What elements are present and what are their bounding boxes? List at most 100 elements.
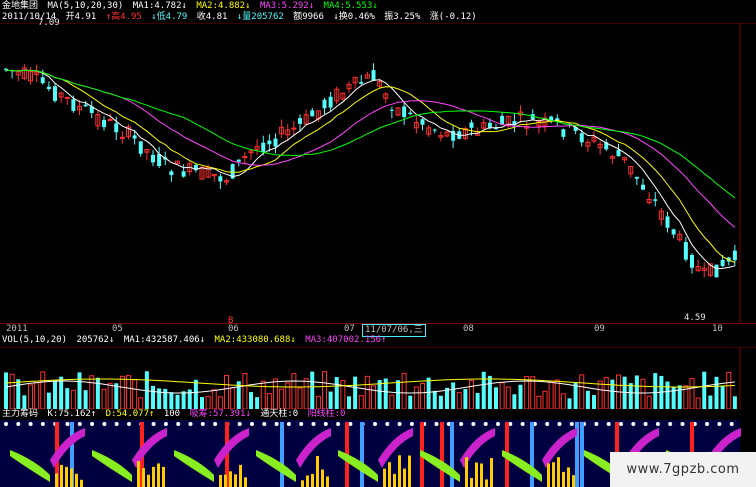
volume-bar <box>353 376 358 409</box>
indicator-dot <box>680 422 685 426</box>
candle-body <box>267 140 272 145</box>
volume-bar <box>567 398 572 409</box>
volume-bar <box>475 392 480 409</box>
volume-bar <box>200 397 204 409</box>
volume-bar <box>432 390 437 409</box>
volume-bar <box>119 375 125 409</box>
quote-low: ↓低4.79 <box>151 12 188 22</box>
indicator-dot <box>668 422 673 426</box>
indicator-yellow-bar <box>403 468 406 487</box>
indicator-dot <box>459 422 464 426</box>
candle-body <box>487 122 492 128</box>
indicator-dot <box>77 422 82 426</box>
indicator-yellow-bar <box>552 462 555 487</box>
volume-bar <box>175 394 180 409</box>
ma1-value: MA1:4.782↓ <box>132 1 187 11</box>
indicator-blue-column <box>360 422 364 487</box>
volume-bar <box>291 373 297 409</box>
indicator-dot <box>385 422 390 426</box>
indicator-yellow-bar <box>244 477 247 487</box>
indicator-dot <box>323 422 328 426</box>
indicator-yellow-bar <box>470 477 473 487</box>
volume-bar <box>413 386 419 409</box>
volume-bar <box>28 384 33 409</box>
volume-bar <box>132 379 138 409</box>
indicator-yellow-bar <box>219 474 222 487</box>
indicator-yellow-bar <box>157 463 160 487</box>
quote-open: 开4.91 <box>65 12 97 22</box>
quote-volume: ↓量205762 <box>236 12 284 22</box>
volume-bar <box>438 395 443 409</box>
indicator-yellow-bar <box>162 466 165 487</box>
price-chart[interactable] <box>0 23 756 323</box>
indicator-yellow-bar <box>398 455 401 487</box>
indicator-dot <box>262 422 267 426</box>
indicator-yellow-bar <box>490 458 493 487</box>
volume-bar <box>371 385 376 409</box>
indicator-dot <box>163 422 168 426</box>
indicator-dot <box>114 422 119 426</box>
price-low-label: 4.59 <box>684 313 706 323</box>
candle-body <box>46 86 51 90</box>
indicator-yellow-bar <box>60 464 63 487</box>
volume-bar <box>169 392 174 409</box>
volume-bar <box>193 379 198 409</box>
volume-bar <box>573 382 578 409</box>
vol-ma1: MA1:432587.406↓ <box>123 335 206 345</box>
indicator-dot <box>102 422 107 426</box>
volume-bar <box>597 380 603 409</box>
indicator-dot <box>545 422 550 426</box>
indicator-dot <box>409 422 414 426</box>
indicator-dot <box>594 422 599 426</box>
indicator-yellow-bar <box>75 473 78 487</box>
quote-high: ↑高4.95 <box>105 12 142 22</box>
vol-ma2: MA2:433080.688↓ <box>214 335 296 345</box>
candle-body <box>322 99 327 109</box>
indicator-yellow-bar <box>557 457 560 487</box>
volume-bar <box>9 373 15 409</box>
quote-change: 涨(-0.12) <box>429 12 477 22</box>
volume-bar <box>16 379 21 409</box>
indicator-dot <box>373 422 377 426</box>
indicator-name: 主力筹码 <box>2 409 39 419</box>
volume-bar <box>665 381 670 409</box>
volume-bar <box>358 395 364 409</box>
volume-bar <box>181 391 186 409</box>
volume-bar <box>585 390 590 409</box>
indicator-yellow-bar <box>70 468 73 487</box>
volume-bar <box>107 382 113 409</box>
volume-bar <box>260 380 266 409</box>
volume-bar <box>702 371 707 409</box>
volume-bar <box>22 395 27 409</box>
candle-body <box>371 70 376 81</box>
volume-chart[interactable] <box>0 347 756 409</box>
indicator-yellow-bar <box>306 475 309 487</box>
candle-body <box>138 141 143 154</box>
volume-bar <box>579 374 585 409</box>
volume-bar <box>347 396 351 409</box>
indicator-dot <box>717 422 722 426</box>
volume-bar <box>377 380 382 409</box>
stock-name: 金地集团 <box>2 1 39 11</box>
volume-bar <box>4 372 8 409</box>
indicator-red-column <box>440 422 444 487</box>
indicator-k: K:75.162↑ <box>47 409 97 419</box>
indicator-dot <box>188 422 193 426</box>
volume-bar <box>46 392 51 409</box>
volume-bar <box>677 385 682 409</box>
volume-bar <box>138 397 144 409</box>
candle-body <box>402 106 407 118</box>
indicator-yellow-bar <box>485 479 488 487</box>
indicator-dot <box>729 422 734 426</box>
date-label-05: 05 <box>112 324 123 334</box>
volume-bar <box>487 375 492 409</box>
indicator-yellow-bar <box>326 476 329 487</box>
candle-body <box>714 264 719 278</box>
indicator-yellow-bar <box>562 471 565 487</box>
indicator-dot <box>4 422 8 426</box>
indicator-yellow-bar <box>239 464 242 487</box>
candle-body <box>169 171 174 176</box>
candle-body <box>273 138 278 147</box>
quote-close: 收4.81 <box>196 12 228 22</box>
candle-body <box>432 129 437 131</box>
